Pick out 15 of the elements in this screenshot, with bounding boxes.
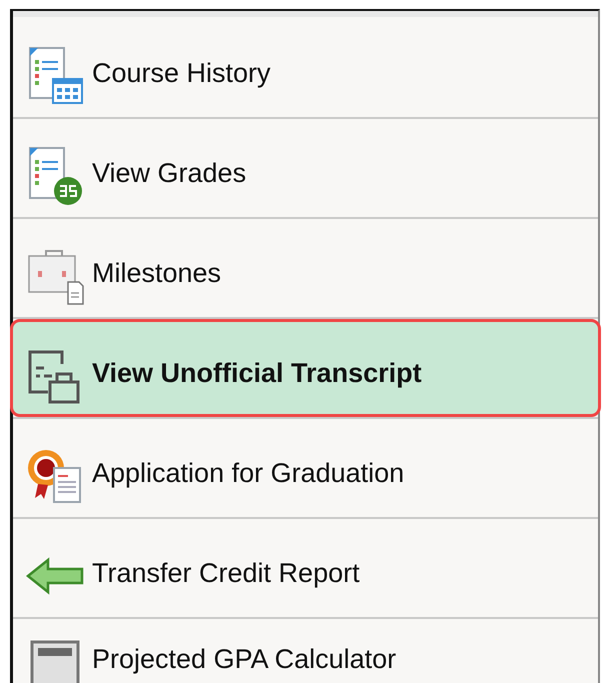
menu-item-label: Projected GPA Calculator (92, 643, 396, 675)
menu-item[interactable]: View Grades (10, 119, 601, 217)
menu-item[interactable]: Projected GPA Calculator (10, 619, 601, 681)
menu-item-label: Transfer Credit Report (92, 557, 360, 589)
menu-item-label: View Grades (92, 157, 246, 189)
menu-item-label: Course History (92, 57, 271, 89)
menu-item[interactable]: Course History (10, 19, 601, 117)
menu-item-label: Application for Graduation (92, 457, 404, 489)
menu-item-label: Milestones (92, 257, 222, 289)
menu-item[interactable]: Transfer Credit Report (10, 519, 601, 617)
document-calendar-icon (26, 46, 86, 106)
menu-item-label: View Unofficial Transcript (92, 357, 422, 389)
menu-item[interactable]: Milestones (10, 219, 601, 317)
menu-item[interactable]: Application for Graduation (10, 419, 601, 517)
menu-item[interactable]: View Unofficial Transcript (10, 319, 601, 417)
